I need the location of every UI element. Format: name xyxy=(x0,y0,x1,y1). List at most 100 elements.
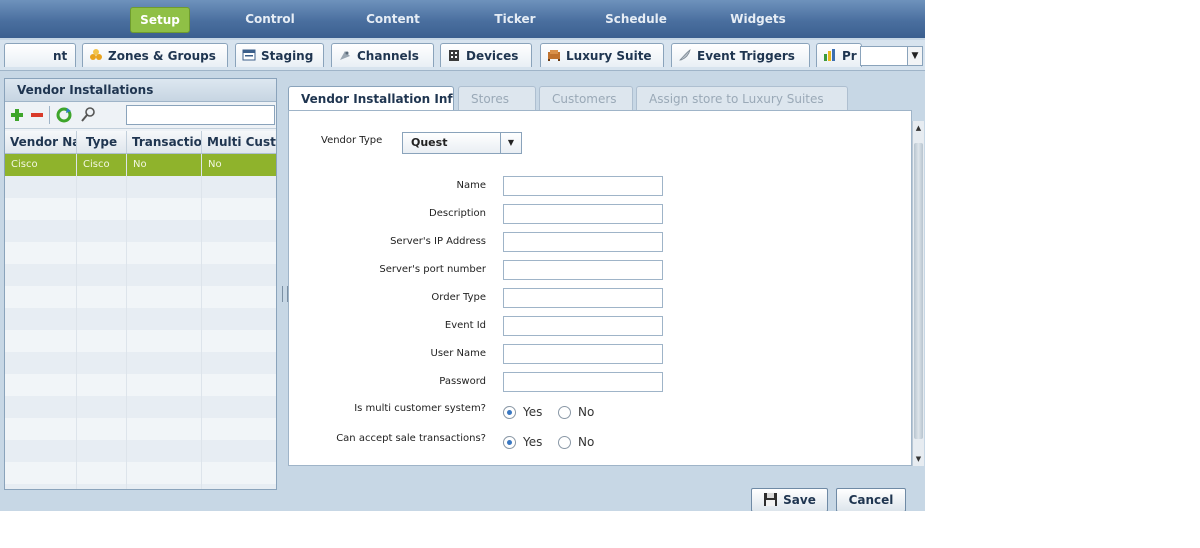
vendor-installation-form: Vendor Type Quest ▼ Name Description Ser… xyxy=(288,110,912,466)
user-name-field[interactable] xyxy=(503,344,663,364)
empty-cell xyxy=(202,220,276,242)
empty-cell xyxy=(202,440,276,462)
server-ip-field[interactable] xyxy=(503,232,663,252)
empty-cell xyxy=(77,462,127,484)
tab-assign-store-luxury-suites[interactable]: Assign store to Luxury Suites xyxy=(636,86,848,110)
floppy-disk-icon xyxy=(763,492,778,511)
topnav-schedule[interactable]: Schedule xyxy=(596,7,676,31)
remove-icon[interactable] xyxy=(28,106,46,124)
description-field[interactable] xyxy=(503,204,663,224)
add-icon[interactable] xyxy=(8,106,26,124)
empty-table-row xyxy=(5,374,276,396)
empty-cell xyxy=(77,418,127,440)
scrollbar-thumb[interactable] xyxy=(914,143,923,439)
empty-cell xyxy=(127,484,202,489)
empty-table-row xyxy=(5,198,276,220)
chevron-down-icon: ▼ xyxy=(500,133,521,153)
empty-table-row xyxy=(5,308,276,330)
empty-cell xyxy=(77,176,127,198)
search-input[interactable] xyxy=(126,105,275,125)
name-field[interactable] xyxy=(503,176,663,196)
scroll-up-icon[interactable]: ▲ xyxy=(913,123,924,133)
sale-transactions-label: Can accept sale transactions? xyxy=(336,433,486,444)
column-header-multi-customer[interactable]: Multi Customer xyxy=(202,131,276,153)
multi-customer-no-label: No xyxy=(578,405,595,419)
tab-scroll-button[interactable]: ▼ xyxy=(907,46,923,66)
empty-cell xyxy=(5,352,77,374)
tab-stores[interactable]: Stores xyxy=(458,86,536,110)
topnav-control[interactable]: Control xyxy=(232,7,308,31)
topnav-content[interactable]: Content xyxy=(355,7,431,31)
tab-management-partial[interactable]: nt xyxy=(4,43,76,67)
empty-cell xyxy=(77,440,127,462)
column-header-transaction[interactable]: Transaction xyxy=(127,131,202,153)
tab-label: Event Triggers xyxy=(697,49,795,63)
sale-transactions-yes-radio[interactable] xyxy=(503,436,516,449)
toolbar-divider xyxy=(49,106,50,124)
column-header-vendor-name[interactable]: Vendor Name xyxy=(5,131,77,153)
tab-overflow-selector[interactable] xyxy=(860,46,908,66)
search-icon[interactable] xyxy=(79,106,97,124)
scroll-down-icon[interactable]: ▼ xyxy=(913,454,924,464)
multi-customer-yes-radio[interactable] xyxy=(503,406,516,419)
empty-table-row xyxy=(5,484,276,489)
sale-transactions-no-radio[interactable] xyxy=(558,436,571,449)
empty-cell xyxy=(127,242,202,264)
vendor-grid: Vendor Name Type Transaction Multi Custo… xyxy=(5,131,276,489)
empty-table-row xyxy=(5,264,276,286)
tab-devices[interactable]: Devices xyxy=(440,43,532,67)
building-icon xyxy=(447,46,461,61)
tab-staging[interactable]: Staging xyxy=(235,43,324,67)
password-field[interactable] xyxy=(503,372,663,392)
tab-event-triggers[interactable]: Event Triggers xyxy=(671,43,810,67)
empty-cell xyxy=(5,286,77,308)
vendor-type-value: Quest xyxy=(411,136,448,149)
empty-cell xyxy=(202,330,276,352)
empty-table-row xyxy=(5,440,276,462)
save-button[interactable]: Save xyxy=(751,488,828,511)
feather-icon xyxy=(678,46,692,61)
empty-cell xyxy=(127,462,202,484)
empty-cell xyxy=(127,352,202,374)
satellite-dish-icon xyxy=(338,46,352,60)
event-id-field[interactable] xyxy=(503,316,663,336)
empty-cell xyxy=(127,220,202,242)
tab-customers[interactable]: Customers xyxy=(539,86,633,110)
empty-cell xyxy=(5,242,77,264)
empty-cell xyxy=(202,308,276,330)
tab-channels[interactable]: Channels xyxy=(331,43,434,67)
empty-cell xyxy=(5,176,77,198)
topnav-widgets[interactable]: Widgets xyxy=(720,7,796,31)
tab-label: nt xyxy=(53,49,68,63)
empty-cell xyxy=(127,286,202,308)
tab-luxury-suite[interactable]: Luxury Suite xyxy=(540,43,664,67)
column-header-type[interactable]: Type xyxy=(77,131,127,153)
empty-table-row xyxy=(5,330,276,352)
form-scrollbar[interactable]: ▲ ▼ xyxy=(912,121,924,466)
refresh-icon[interactable] xyxy=(55,106,73,124)
tab-partial-pr[interactable]: Pr xyxy=(816,43,862,67)
topnav-setup[interactable]: Setup xyxy=(130,7,190,33)
people-group-icon xyxy=(89,46,103,60)
tab-zones-groups[interactable]: Zones & Groups xyxy=(82,43,228,67)
server-port-field[interactable] xyxy=(503,260,663,280)
multi-customer-no-radio[interactable] xyxy=(558,406,571,419)
cancel-button[interactable]: Cancel xyxy=(836,488,906,511)
save-label: Save xyxy=(783,493,816,507)
empty-cell xyxy=(77,286,127,308)
empty-cell xyxy=(127,418,202,440)
tab-vendor-installation-info[interactable]: Vendor Installation Info xyxy=(288,86,454,110)
topnav-ticker[interactable]: Ticker xyxy=(478,7,552,31)
order-type-label: Order Type xyxy=(431,292,486,303)
vendor-installations-panel: Vendor Installations Vendor Name Type Tr… xyxy=(4,78,277,490)
empty-table-row xyxy=(5,286,276,308)
empty-cell xyxy=(202,264,276,286)
vendor-type-select[interactable]: Quest ▼ xyxy=(402,132,522,154)
empty-cell xyxy=(5,198,77,220)
empty-cell xyxy=(202,242,276,264)
app-window: Setup Control Content Ticker Schedule Wi… xyxy=(0,0,925,511)
table-row[interactable]: Cisco Cisco No No xyxy=(5,154,276,176)
order-type-field[interactable] xyxy=(503,288,663,308)
cell-multi-customer: No xyxy=(202,154,276,176)
empty-cell xyxy=(77,352,127,374)
